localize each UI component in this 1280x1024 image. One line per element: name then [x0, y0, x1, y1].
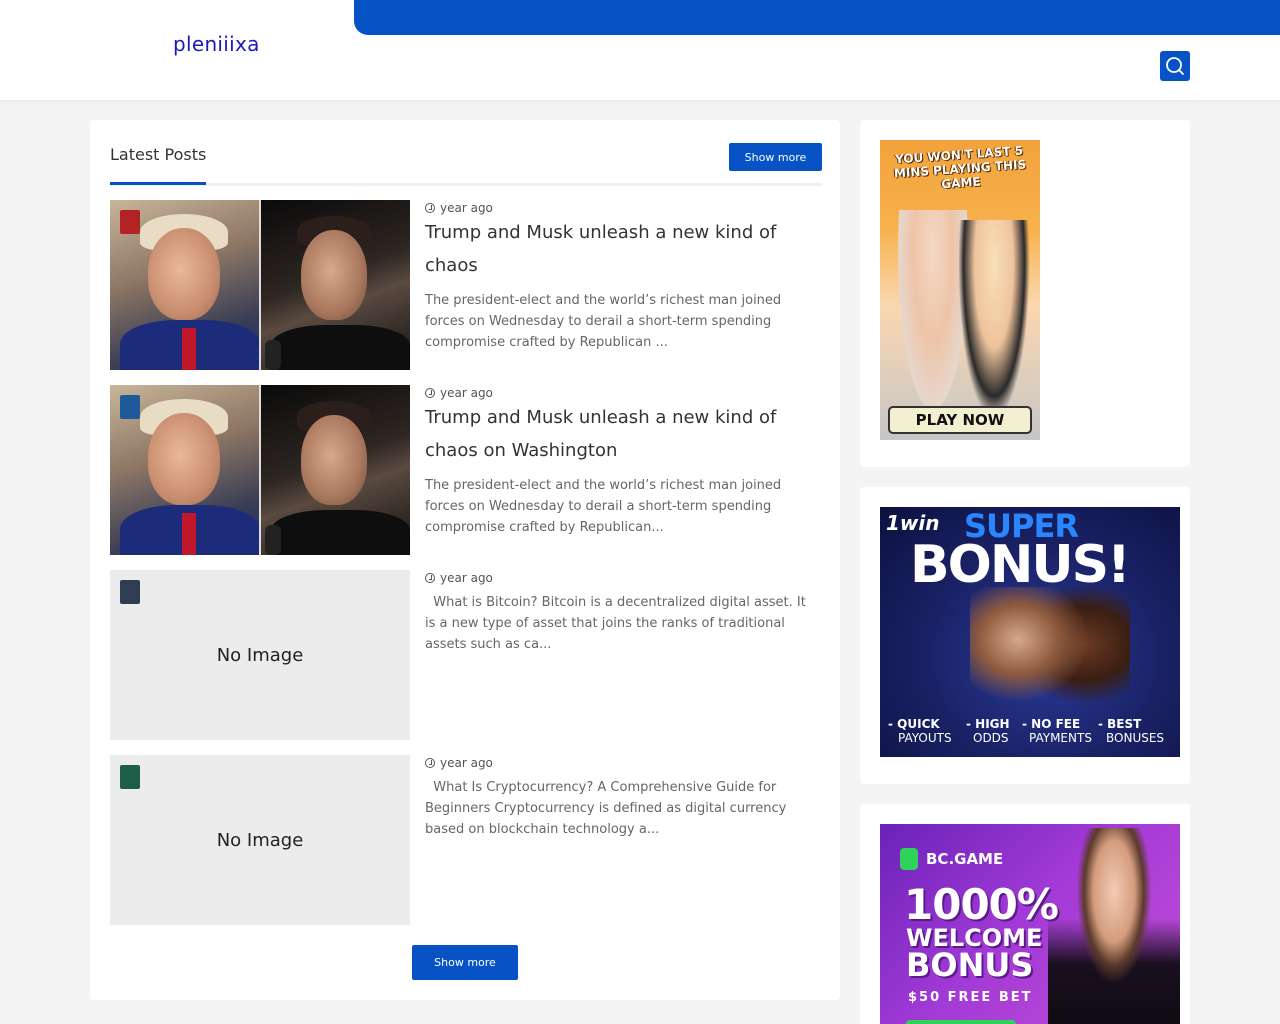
post-excerpt: The president-elect and the world’s rich… — [425, 293, 782, 350]
show-more-button-bottom[interactable]: Show more — [412, 945, 518, 980]
ad-feature: - BEST BONUSES — [1098, 717, 1165, 745]
clock-icon — [425, 203, 435, 213]
ad-banner-1win[interactable]: 1win SUPER BONUS! - QUICK PAYOUTS - HIGH O… — [880, 507, 1180, 757]
latest-posts-panel: Latest Posts Show more year ago Trump an… — [90, 120, 840, 1000]
ad-brand-logo: BC.GAME — [900, 848, 1003, 870]
post-thumbnail[interactable] — [110, 200, 410, 370]
post-excerpt[interactable]: What Is Cryptocurrency? A Comprehensive … — [425, 777, 810, 840]
ad-banner-game[interactable]: YOU WON'T LAST 5 MINS PLAYING THIS GAME … — [880, 140, 1040, 440]
section-header: Latest Posts Show more — [110, 142, 822, 186]
category-badge[interactable] — [120, 395, 140, 419]
clock-icon — [425, 758, 435, 768]
site-header: pleniiixa — [0, 0, 1280, 100]
post-excerpt: The president-elect and the world’s rich… — [425, 478, 782, 535]
post-thumbnail[interactable]: No Image — [110, 570, 410, 740]
sidebar-widget-ad-1: YOU WON'T LAST 5 MINS PLAYING THIS GAME … — [860, 120, 1190, 467]
ad-headline-percent: 1000% — [904, 880, 1059, 929]
category-badge[interactable] — [120, 210, 140, 234]
post-item: year ago Trump and Musk unleash a new ki… — [110, 200, 822, 370]
post-time: year ago — [440, 386, 493, 400]
post-item: No Image year ago What Is Cryptocurrency… — [110, 755, 822, 925]
post-title[interactable]: Trump and Musk unleash a new kind of cha… — [425, 401, 805, 467]
post-time: year ago — [440, 571, 493, 585]
category-badge[interactable] — [120, 580, 140, 604]
ad-headline: YOU WON'T LAST 5 MINS PLAYING THIS GAME — [893, 143, 1027, 192]
thumbnail-right-portrait — [261, 385, 410, 555]
ad-illustration — [1048, 828, 1180, 1024]
ad-play-now-button[interactable]: PLAY NOW — [888, 406, 1032, 434]
no-image-label: No Image — [216, 644, 304, 666]
category-badge[interactable] — [120, 765, 140, 789]
ad-brand-logo: 1win — [886, 511, 940, 535]
ad-headline-bonus: BONUS — [906, 946, 1034, 984]
thumbnail-right-portrait — [261, 200, 410, 370]
post-item: No Image year ago What is Bitcoin? Bitco… — [110, 570, 822, 740]
post-meta: year ago — [425, 570, 493, 586]
clock-icon — [425, 388, 435, 398]
ad-feature: - QUICK PAYOUTS — [888, 717, 952, 745]
ad-illustration — [958, 220, 1030, 420]
post-time: year ago — [440, 201, 493, 215]
search-button[interactable] — [1160, 51, 1190, 81]
clock-icon — [425, 573, 435, 583]
ad-cta-button[interactable] — [906, 1020, 1016, 1024]
sidebar-widget-ad-3: BC.GAME 1000% WELCOME BONUS $50 FREE BET — [860, 804, 1190, 1024]
site-title[interactable]: pleniiixa — [173, 32, 260, 56]
post-time: year ago — [440, 756, 493, 770]
ad-free-bet-text: $50 FREE BET — [908, 990, 1033, 1005]
ad-illustration — [970, 587, 1130, 737]
sidebar-widget-ad-2: 1win SUPER BONUS! - QUICK PAYOUTS - HIGH O… — [860, 487, 1190, 784]
post-item: year ago Trump and Musk unleash a new ki… — [110, 385, 822, 555]
ad-headline-bonus: BONUS! — [910, 535, 1131, 595]
ad-banner-bcgame[interactable]: BC.GAME 1000% WELCOME BONUS $50 FREE BET — [880, 824, 1180, 1024]
section-title-underline — [110, 182, 206, 185]
ad-feature: - NO FEE PAYMENTS — [1022, 717, 1092, 745]
post-meta: year ago — [425, 755, 493, 771]
post-meta: year ago — [425, 385, 493, 401]
bcgame-logo-icon — [900, 848, 918, 870]
no-image-label: No Image — [216, 829, 304, 851]
post-excerpt[interactable]: What is Bitcoin? Bitcoin is a decentrali… — [425, 592, 810, 655]
post-thumbnail[interactable] — [110, 385, 410, 555]
header-top-bar — [354, 0, 1280, 35]
search-icon — [1166, 57, 1184, 75]
ad-feature: - HIGH ODDS — [966, 717, 1010, 745]
show-more-button-top[interactable]: Show more — [729, 143, 822, 171]
section-title: Latest Posts — [110, 145, 207, 164]
post-meta: year ago — [425, 200, 493, 216]
post-thumbnail[interactable]: No Image — [110, 755, 410, 925]
post-title[interactable]: Trump and Musk unleash a new kind of cha… — [425, 216, 805, 282]
